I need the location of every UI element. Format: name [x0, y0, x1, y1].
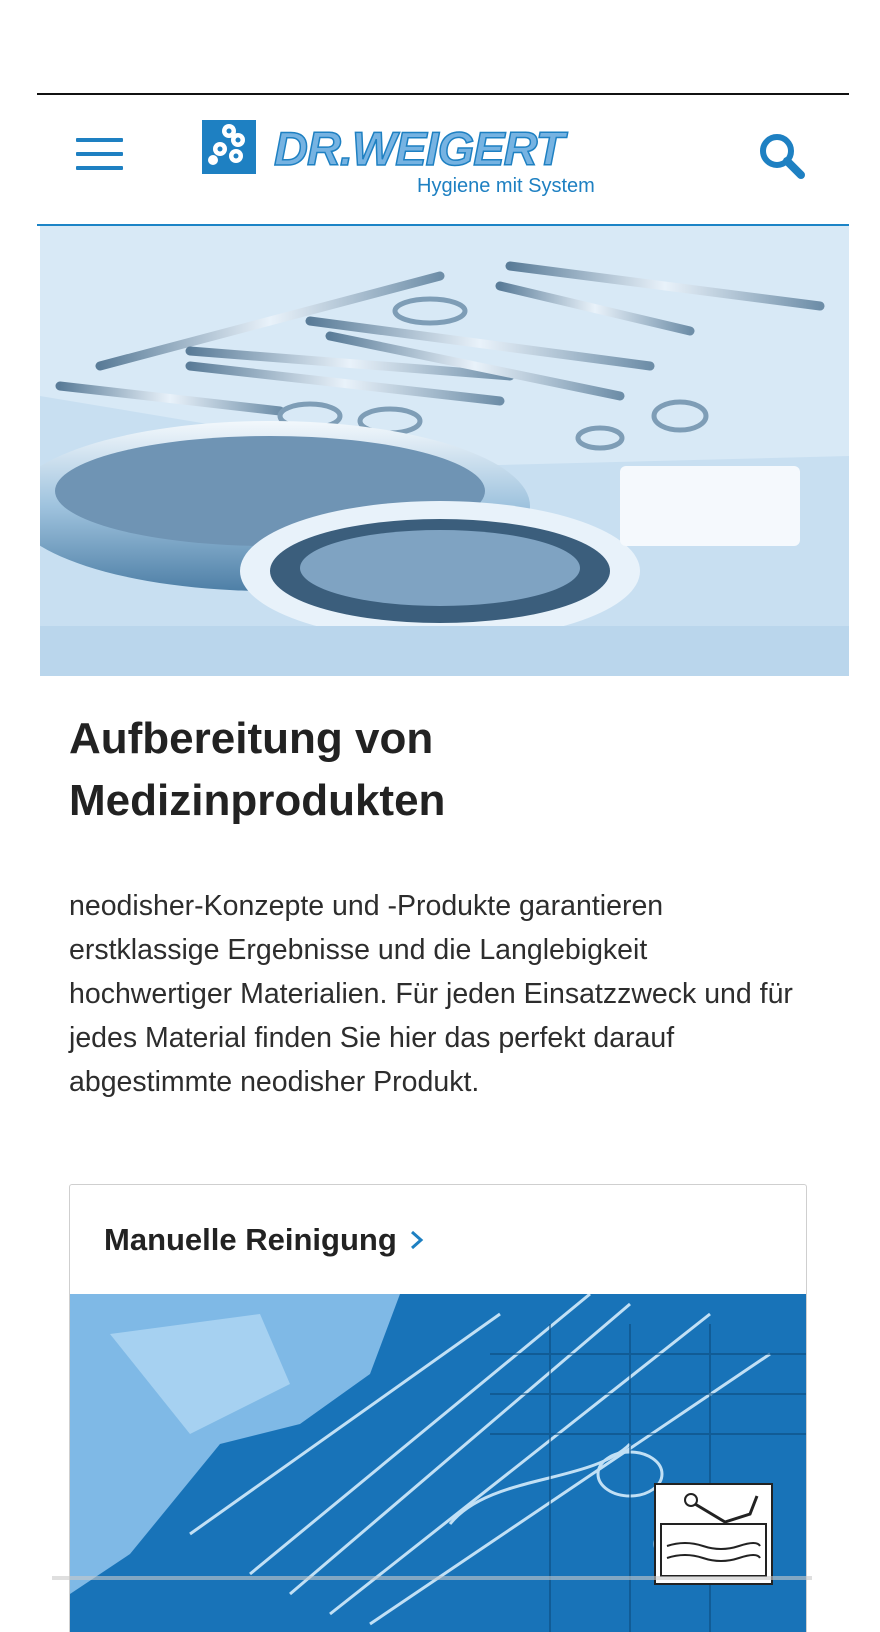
card-image	[70, 1294, 806, 1632]
logo[interactable]: DR.WEIGERT Hygiene mit System	[202, 120, 632, 202]
manual-cleaning-sink-icon	[654, 1483, 773, 1585]
hamburger-menu-icon[interactable]	[76, 138, 123, 172]
search-icon[interactable]	[756, 130, 808, 182]
logo-tagline: Hygiene mit System	[417, 175, 595, 197]
hero-image	[40, 226, 849, 676]
page-title-line-1: Aufbereitung von	[69, 714, 434, 763]
card-manuelle-reinigung[interactable]: Manuelle Reinigung	[69, 1184, 807, 1632]
logo-mark-icon	[202, 120, 256, 174]
page-title: Aufbereitung von Medizinprodukten	[69, 708, 789, 832]
card-title-text: Manuelle Reinigung	[104, 1222, 397, 1257]
bottom-scroll-indicator	[52, 1576, 812, 1580]
chevron-right-icon	[409, 1223, 425, 1261]
intro-paragraph: neodisher-Konzepte und -Produkte garanti…	[69, 890, 793, 1098]
logo-wordmark: DR.WEIGERT	[273, 122, 565, 175]
page-title-line-2: Medizinprodukten	[69, 776, 446, 825]
site-header: DR.WEIGERT Hygiene mit System	[37, 95, 849, 226]
card-title-link[interactable]: Manuelle Reinigung	[104, 1221, 425, 1261]
